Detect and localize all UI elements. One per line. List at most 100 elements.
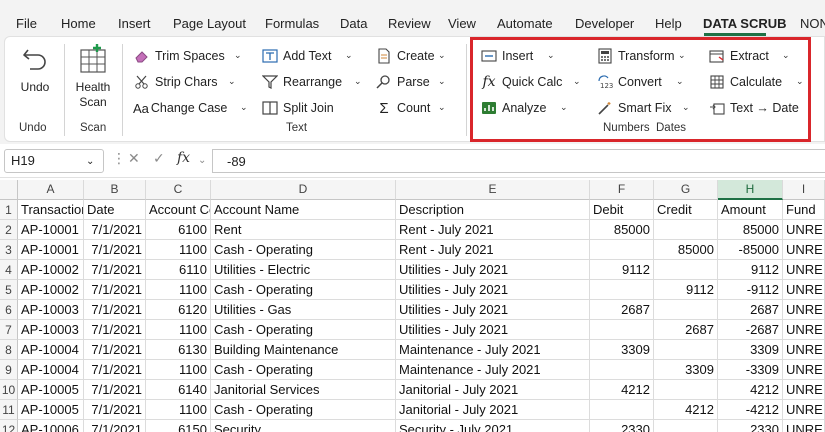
table-cell[interactable]: Rent (211, 220, 396, 240)
chevron-down-icon[interactable]: ⌄ (354, 76, 362, 87)
header-cell[interactable]: Fund (783, 200, 825, 220)
table-cell[interactable]: -4212 (718, 400, 783, 420)
table-cell[interactable]: 7/1/2021 (84, 420, 146, 432)
split-join-button[interactable]: Split Join (261, 98, 334, 118)
table-cell[interactable] (590, 360, 654, 380)
table-cell[interactable] (590, 240, 654, 260)
table-cell[interactable]: Rent - July 2021 (396, 220, 590, 240)
tab-data-scrub[interactable]: DATA SCRUB (703, 16, 787, 31)
table-cell[interactable]: UNRE (783, 240, 825, 260)
table-cell[interactable]: Utilities - July 2021 (396, 260, 590, 280)
table-cell[interactable]: 9112 (654, 280, 718, 300)
table-cell[interactable]: 3309 (654, 360, 718, 380)
table-cell[interactable]: UNRE (783, 320, 825, 340)
table-cell[interactable] (654, 300, 718, 320)
column-header-f[interactable]: F (590, 180, 654, 200)
table-cell[interactable]: Utilities - Electric (211, 260, 396, 280)
table-cell[interactable]: 1100 (146, 320, 211, 340)
table-cell[interactable]: 7/1/2021 (84, 400, 146, 420)
table-cell[interactable]: 9112 (590, 260, 654, 280)
header-cell[interactable]: Account Name (211, 200, 396, 220)
strip-chars-button[interactable]: Strip Chars (133, 72, 218, 92)
table-cell[interactable] (654, 420, 718, 432)
table-cell[interactable]: 7/1/2021 (84, 260, 146, 280)
change-case-button[interactable]: Aa Change Case (133, 98, 227, 118)
row-header[interactable]: 4 (0, 260, 18, 280)
header-cell[interactable]: Debit (590, 200, 654, 220)
tab-formulas[interactable]: Formulas (265, 16, 319, 31)
table-cell[interactable]: Rent - July 2021 (396, 240, 590, 260)
table-cell[interactable]: UNRE (783, 280, 825, 300)
tab-page-layout[interactable]: Page Layout (173, 16, 246, 31)
confirm-icon[interactable]: ✓ (153, 150, 165, 167)
trim-spaces-button[interactable]: Trim Spaces (133, 46, 225, 66)
tab-developer[interactable]: Developer (575, 16, 634, 31)
row-header[interactable]: 7 (0, 320, 18, 340)
chevron-down-icon[interactable]: ⌄ (438, 76, 446, 87)
row-header[interactable]: 6 (0, 300, 18, 320)
table-cell[interactable] (654, 340, 718, 360)
table-cell[interactable]: Janitorial - July 2021 (396, 380, 590, 400)
table-cell[interactable]: UNRE (783, 360, 825, 380)
table-cell[interactable]: Utilities - July 2021 (396, 300, 590, 320)
table-cell[interactable]: UNRE (783, 340, 825, 360)
column-header-b[interactable]: B (84, 180, 146, 200)
tab-review[interactable]: Review (388, 16, 431, 31)
table-cell[interactable]: 7/1/2021 (84, 240, 146, 260)
table-cell[interactable]: UNRE (783, 260, 825, 280)
table-cell[interactable]: 1100 (146, 400, 211, 420)
table-cell[interactable]: 3309 (718, 340, 783, 360)
row-header[interactable]: 11 (0, 400, 18, 420)
table-cell[interactable]: -9112 (718, 280, 783, 300)
table-cell[interactable]: 2687 (654, 320, 718, 340)
column-header-h[interactable]: H (718, 180, 783, 200)
tab-home[interactable]: Home (61, 16, 96, 31)
table-cell[interactable]: AP-10001 (18, 240, 84, 260)
function-icon[interactable]: fx (177, 150, 190, 166)
select-all-corner[interactable] (0, 180, 18, 200)
table-cell[interactable]: Cash - Operating (211, 320, 396, 340)
table-cell[interactable]: 6140 (146, 380, 211, 400)
table-cell[interactable]: Building Maintenance (211, 340, 396, 360)
formula-input[interactable]: -89 (212, 149, 825, 173)
table-cell[interactable]: AP-10003 (18, 320, 84, 340)
table-cell[interactable]: UNRE (783, 420, 825, 432)
parse-button[interactable]: Parse (375, 72, 430, 92)
table-cell[interactable]: 3309 (590, 340, 654, 360)
table-cell[interactable] (654, 260, 718, 280)
column-header-g[interactable]: G (654, 180, 718, 200)
health-scan-button[interactable]: Health Scan (70, 44, 116, 110)
column-header-i[interactable]: I (783, 180, 825, 200)
table-cell[interactable] (654, 380, 718, 400)
tab-view[interactable]: View (448, 16, 476, 31)
table-cell[interactable]: 7/1/2021 (84, 380, 146, 400)
more-options-icon[interactable]: ⋮ (112, 150, 126, 167)
table-cell[interactable]: AP-10004 (18, 360, 84, 380)
table-cell[interactable]: 6150 (146, 420, 211, 432)
rearrange-button[interactable]: Rearrange (261, 72, 342, 92)
row-header[interactable]: 3 (0, 240, 18, 260)
table-cell[interactable]: Maintenance - July 2021 (396, 340, 590, 360)
table-cell[interactable] (654, 220, 718, 240)
table-cell[interactable]: 2330 (718, 420, 783, 432)
table-cell[interactable] (590, 400, 654, 420)
table-cell[interactable]: AP-10005 (18, 380, 84, 400)
tab-help[interactable]: Help (655, 16, 682, 31)
table-cell[interactable]: 1100 (146, 240, 211, 260)
table-cell[interactable]: 6120 (146, 300, 211, 320)
table-cell[interactable]: -3309 (718, 360, 783, 380)
chevron-down-icon[interactable]: ⌄ (198, 155, 206, 166)
chevron-down-icon[interactable]: ⌄ (234, 50, 242, 61)
row-header[interactable]: 10 (0, 380, 18, 400)
table-cell[interactable]: Maintenance - July 2021 (396, 360, 590, 380)
table-cell[interactable]: Cash - Operating (211, 240, 396, 260)
table-cell[interactable]: Utilities - July 2021 (396, 320, 590, 340)
table-cell[interactable]: AP-10003 (18, 300, 84, 320)
table-cell[interactable]: 6100 (146, 220, 211, 240)
row-header[interactable]: 5 (0, 280, 18, 300)
row-header[interactable]: 9 (0, 360, 18, 380)
table-cell[interactable]: 7/1/2021 (84, 320, 146, 340)
count-button[interactable]: Σ Count (375, 98, 430, 118)
chevron-down-icon[interactable]: ⌄ (228, 76, 236, 87)
table-cell[interactable]: 1100 (146, 280, 211, 300)
